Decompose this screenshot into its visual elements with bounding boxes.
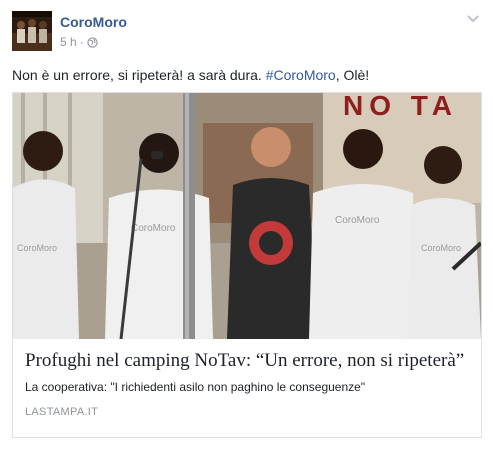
shirt-logo: CoroMoro <box>17 243 57 253</box>
link-preview-card[interactable]: NO TA CoroMoro CoroMoro CoroMoro CoroMor… <box>12 92 482 438</box>
banner-text: NO TA <box>343 93 458 121</box>
link-preview-body[interactable]: Profughi nel camping NoTav: “Un errore, … <box>13 339 481 437</box>
link-source: LASTAMPA.IT <box>25 406 99 418</box>
hashtag-link[interactable]: #CoroMoro <box>266 67 336 83</box>
meta-separator: · <box>79 35 84 49</box>
post-text-part: , Olè! <box>335 67 370 83</box>
timestamp-link[interactable]: 5 h <box>60 35 77 49</box>
globe-icon[interactable] <box>87 36 98 48</box>
post-text-part: Non è un errore, si ripeterà! a sarà dur… <box>12 67 266 83</box>
shirt-logo: CoroMoro <box>421 243 461 253</box>
link-preview-image[interactable]: NO TA CoroMoro CoroMoro CoroMoro CoroMor… <box>13 93 481 339</box>
post-message: Non è un errore, si ripeterà! a sarà dur… <box>12 66 369 84</box>
shirt-logo: CoroMoro <box>335 215 380 226</box>
post-header: CoroMoro 5 h · <box>12 11 482 53</box>
link-title[interactable]: Profughi nel camping NoTav: “Un errore, … <box>25 349 469 372</box>
link-description: La cooperativa: "I richiedenti asilo non… <box>25 380 366 394</box>
shirt-logo: CoroMoro <box>131 223 176 234</box>
page-name-link[interactable]: CoroMoro <box>60 14 127 30</box>
chevron-down-icon[interactable] <box>464 11 482 27</box>
avatar[interactable] <box>12 11 52 51</box>
post-meta: 5 h · <box>60 35 98 49</box>
facebook-post: CoroMoro 5 h · Non è un errore, si ripet… <box>0 0 493 450</box>
